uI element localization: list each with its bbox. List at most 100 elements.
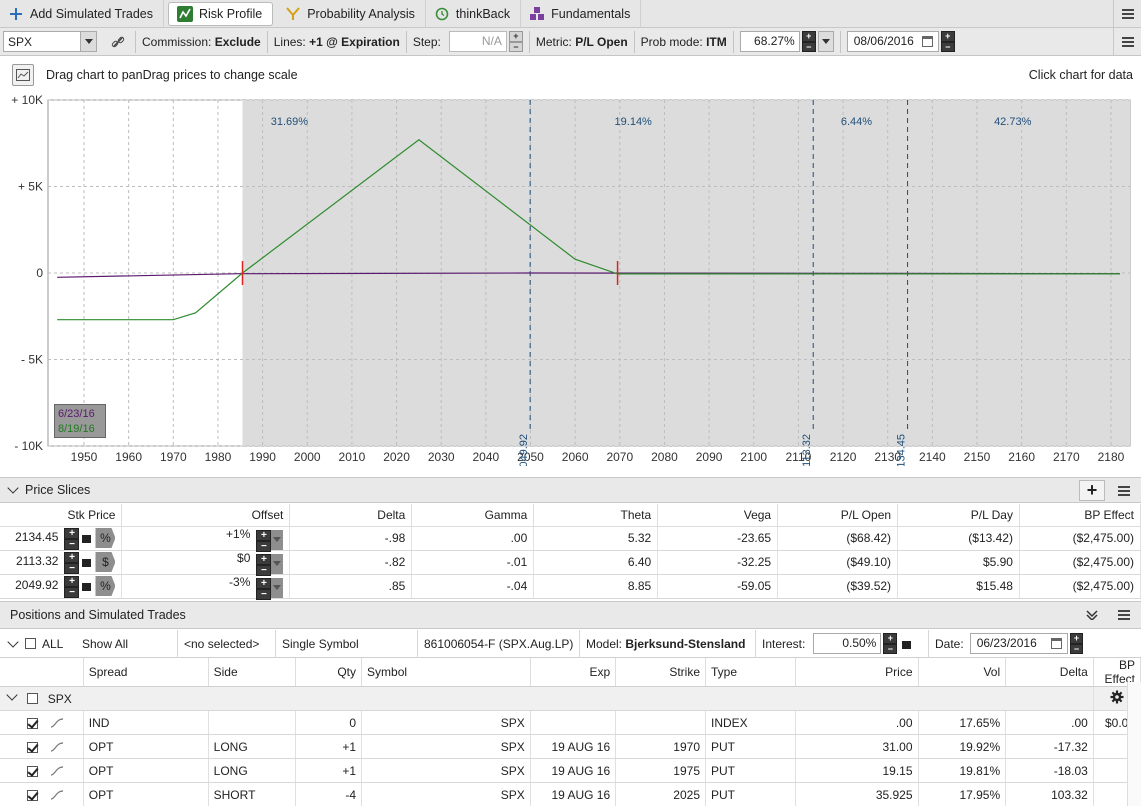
col-strike[interactable]: Strike: [615, 658, 706, 687]
main-menu-button[interactable]: [1113, 0, 1141, 28]
tab-probability-analysis[interactable]: Probability Analysis: [277, 0, 426, 28]
settings-menu-button[interactable]: [1113, 28, 1141, 55]
chart-svg[interactable]: 1950 1960 1970 1980 1990 2000 2010 2020 2030 2040…: [0, 94, 1141, 466]
qty-cell[interactable]: +1: [295, 734, 363, 759]
col-stk-price[interactable]: Stk Price: [0, 504, 123, 527]
col-theta[interactable]: Theta: [533, 504, 659, 527]
selection-dropdown[interactable]: <no selected>: [178, 629, 276, 658]
model-dropdown[interactable]: Model: Bjerksund-Stensland: [580, 629, 756, 658]
position-row[interactable]: OPT LONG +1 SPX 19 AUG 16 1970 PUT 31.00 19.92% -…: [0, 734, 1141, 759]
row-checkbox[interactable]: [27, 717, 38, 729]
positions-date-input[interactable]: 06/23/2016: [969, 633, 1069, 654]
offset-cell[interactable]: $0 + −: [121, 550, 291, 576]
positions-scrollbar[interactable]: [1127, 682, 1141, 806]
date-input[interactable]: 08/06/2016: [846, 31, 939, 52]
col-type[interactable]: Type: [705, 658, 796, 687]
price-slice-row[interactable]: 2113.32 + − $ $0 + − -.82 -.01 6.40 -32.25 ($49.10)…: [0, 550, 1141, 576]
stk-price-cell[interactable]: 2113.32 + − $: [0, 550, 123, 575]
symbol-mode-dropdown[interactable]: Single Symbol: [276, 629, 418, 658]
offset-unit-tag[interactable]: %: [95, 528, 116, 548]
commission-selector[interactable]: Commission: Exclude: [142, 35, 261, 49]
col-vega[interactable]: Vega: [657, 504, 779, 527]
col-offset[interactable]: Offset: [121, 504, 291, 527]
stk-price-cell[interactable]: 2134.45 + −%: [0, 526, 123, 551]
col-spread[interactable]: Spread: [83, 658, 209, 687]
position-row[interactable]: OPT LONG +1 SPX 19 AUG 16 1975 PUT 19.15 19.81% -…: [0, 758, 1141, 783]
prob-mode-selector[interactable]: Prob mode: ITM: [641, 35, 727, 49]
tab-risk-profile[interactable]: Risk Profile: [168, 1, 274, 26]
link-icon[interactable]: [107, 35, 129, 49]
tab-add-simulated-trades[interactable]: Add Simulated Trades: [0, 0, 164, 28]
price-cell[interactable]: 31.00: [795, 734, 919, 759]
chevron-down-icon[interactable]: [817, 31, 834, 52]
positions-collapse-button[interactable]: [1079, 604, 1105, 625]
metric-selector[interactable]: Metric: P/L Open: [536, 35, 628, 49]
show-filter-dropdown[interactable]: Show All: [76, 629, 178, 658]
price-cell[interactable]: .00: [795, 710, 919, 735]
chevron-down-icon[interactable]: [271, 553, 284, 574]
group-checkbox[interactable]: [27, 693, 39, 705]
col-bp-effect[interactable]: BP Effect: [1019, 504, 1141, 527]
offset-unit-tag[interactable]: %: [95, 576, 116, 596]
position-row[interactable]: OPT SHORT -4 SPX 19 AUG 16 2025 PUT 35.925 17.95…: [0, 782, 1141, 806]
qty-cell[interactable]: -4: [295, 782, 363, 806]
col-price[interactable]: Price: [795, 658, 919, 687]
lock-icon[interactable]: [902, 640, 912, 649]
col-side[interactable]: Side: [208, 658, 297, 687]
col-pl-day[interactable]: P/L Day: [897, 504, 1020, 527]
interest-input[interactable]: 0.50%: [813, 633, 882, 654]
stk-price-cell[interactable]: 2049.92 + −%: [0, 574, 123, 599]
col-vol[interactable]: Vol: [918, 658, 1007, 687]
tab-fundamentals[interactable]: Fundamentals: [521, 0, 642, 28]
positions-date-stepper[interactable]: + −: [1070, 633, 1083, 654]
position-row[interactable]: IND 0 SPX INDEX .00 17.65% .00 $0.00: [0, 710, 1141, 735]
lock-icon[interactable]: [82, 535, 92, 543]
col-qty[interactable]: Qty: [295, 658, 363, 687]
col-pl-open[interactable]: P/L Open: [777, 504, 899, 527]
col-gamma[interactable]: Gamma: [411, 504, 535, 527]
price-slice-row[interactable]: 2134.45 + −% +1% + − -.98.00 5.32 -23.65 ($68.42)…: [0, 526, 1141, 552]
account-dropdown[interactable]: 861006054-F (SPX.Aug.LP): [418, 629, 580, 658]
qty-cell[interactable]: 0: [295, 710, 363, 735]
price-cell[interactable]: 35.925: [795, 782, 919, 806]
symbol-selector[interactable]: SPX: [3, 31, 97, 52]
stk-price-stepper[interactable]: + −: [64, 552, 80, 574]
col-symbol[interactable]: Symbol: [361, 658, 531, 687]
price-cell[interactable]: 19.15: [795, 758, 919, 783]
chevron-down-icon[interactable]: [80, 32, 96, 51]
price-slice-row[interactable]: 2049.92 + −% -3% + − .85 -.04 8.85 -59.05 ($39.52)…: [0, 574, 1141, 600]
chevron-down-icon[interactable]: [7, 482, 19, 494]
offset-stepper[interactable]: + −: [256, 553, 272, 576]
row-checkbox[interactable]: [27, 765, 38, 777]
probability-range-stepper[interactable]: + −: [801, 31, 816, 52]
positions-menu-button[interactable]: [1111, 604, 1137, 625]
lock-icon[interactable]: [82, 583, 92, 591]
add-price-slice-button[interactable]: +: [1079, 480, 1105, 501]
qty-cell[interactable]: +1: [295, 758, 363, 783]
offset-unit-tag[interactable]: $: [95, 552, 116, 572]
stk-price-stepper[interactable]: + −: [64, 528, 80, 550]
select-all-checkbox[interactable]: [25, 638, 36, 649]
group-row-spx[interactable]: SPX: [0, 686, 1141, 711]
date-stepper[interactable]: + −: [940, 31, 955, 52]
offset-stepper[interactable]: + −: [256, 577, 272, 600]
risk-profile-chart[interactable]: 1950 1960 1970 1980 1990 2000 2010 2020 2030 2040…: [0, 94, 1141, 466]
col-exp[interactable]: Exp: [530, 658, 617, 687]
row-checkbox[interactable]: [27, 741, 38, 753]
stk-price-stepper[interactable]: + −: [64, 576, 80, 598]
col-delta[interactable]: Delta: [1005, 658, 1094, 687]
offset-cell[interactable]: -3% + −: [121, 574, 291, 600]
calendar-icon[interactable]: [1051, 638, 1063, 649]
tab-thinkback[interactable]: thinkBack: [426, 0, 522, 28]
interest-stepper[interactable]: + −: [883, 633, 898, 654]
chevron-down-icon[interactable]: [271, 529, 284, 550]
offset-cell[interactable]: +1% + −: [121, 526, 291, 552]
offset-stepper[interactable]: + −: [256, 529, 272, 552]
lock-icon[interactable]: [82, 559, 92, 567]
chevron-down-icon[interactable]: [7, 635, 19, 648]
step-stepper[interactable]: + −: [508, 31, 523, 52]
chevron-down-icon[interactable]: [271, 577, 284, 598]
row-checkbox[interactable]: [27, 789, 38, 801]
chevron-down-icon[interactable]: [6, 689, 18, 701]
lines-selector[interactable]: Lines: +1 @ Expiration: [274, 35, 400, 49]
